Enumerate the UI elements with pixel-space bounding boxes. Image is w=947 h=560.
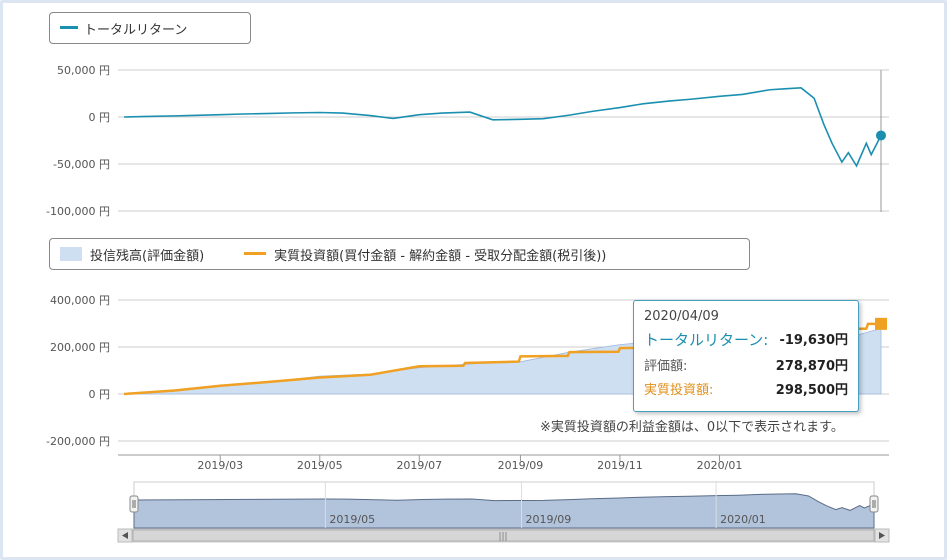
y-tick-label: -200,000 円 xyxy=(46,435,110,448)
x-tick-label: 2019/05 xyxy=(297,459,343,472)
charts-svg[interactable]: 50,000 円 0 円 -50,000 円 -100,000 円 400,000 円… xyxy=(0,0,947,560)
x-tick-label: 2019/03 xyxy=(197,459,243,472)
tooltip: 2020/04/09 トータルリターン: -19,630円 評価額: 278,8… xyxy=(633,300,859,412)
tooltip-row-investment: 実質投資額: 298,500円 xyxy=(644,379,848,398)
tooltip-return-label: トータルリターン: xyxy=(644,331,769,349)
tooltip-row-valuation: 評価額: 278,870円 xyxy=(644,355,848,374)
tooltip-valuation-label: 評価額: xyxy=(644,359,688,374)
handle-body xyxy=(129,495,139,513)
navigator-handle-right[interactable] xyxy=(869,495,879,513)
footnote: ※実質投資額の利益金額は、0以下で表示されます。 xyxy=(540,420,844,435)
series-marker-investment xyxy=(875,317,887,330)
navigator-handle-left[interactable] xyxy=(129,495,139,513)
tooltip-date: 2020/04/09 xyxy=(644,309,719,324)
scrollbar-grip: ||| xyxy=(498,532,507,542)
y-tick-label: 200,000 円 xyxy=(50,341,110,354)
series-marker-total-return xyxy=(876,130,886,141)
y-tick-label: 400,000 円 xyxy=(50,294,110,307)
handle-body xyxy=(869,495,879,513)
y-tick-label: -100,000 円 xyxy=(46,205,110,218)
tooltip-return-value: -19,630円 xyxy=(779,333,848,348)
total-return-chart: 50,000 円 0 円 -50,000 円 -100,000 円 xyxy=(46,64,889,218)
tooltip-investment-value: 298,500円 xyxy=(775,383,848,398)
navigator: 2019/05 2019/09 2020/01 ||| xyxy=(117,481,890,543)
x-tick-label: 2019/07 xyxy=(396,459,442,472)
y-tick-label: 0 円 xyxy=(89,388,111,401)
tooltip-row-return: トータルリターン: -19,630円 xyxy=(644,329,848,350)
navigator-scrollbar[interactable]: ||| xyxy=(117,528,890,543)
series-line-total-return xyxy=(123,87,882,168)
y-tick-label: 50,000 円 xyxy=(57,64,110,77)
tooltip-investment-label: 実質投資額: xyxy=(644,383,714,398)
y-tick-label: -50,000 円 xyxy=(53,158,110,171)
x-tick-label: 2020/01 xyxy=(697,459,743,472)
navigator-tick-label: 2019/09 xyxy=(526,513,572,526)
navigator-tick-label: 2019/05 xyxy=(329,513,375,526)
y-tick-label: 0 円 xyxy=(89,111,111,124)
x-tick-label: 2019/09 xyxy=(498,459,544,472)
navigator-tick-label: 2020/01 xyxy=(720,513,766,526)
x-tick-label: 2019/11 xyxy=(597,459,643,472)
tooltip-valuation-value: 278,870円 xyxy=(775,359,848,374)
